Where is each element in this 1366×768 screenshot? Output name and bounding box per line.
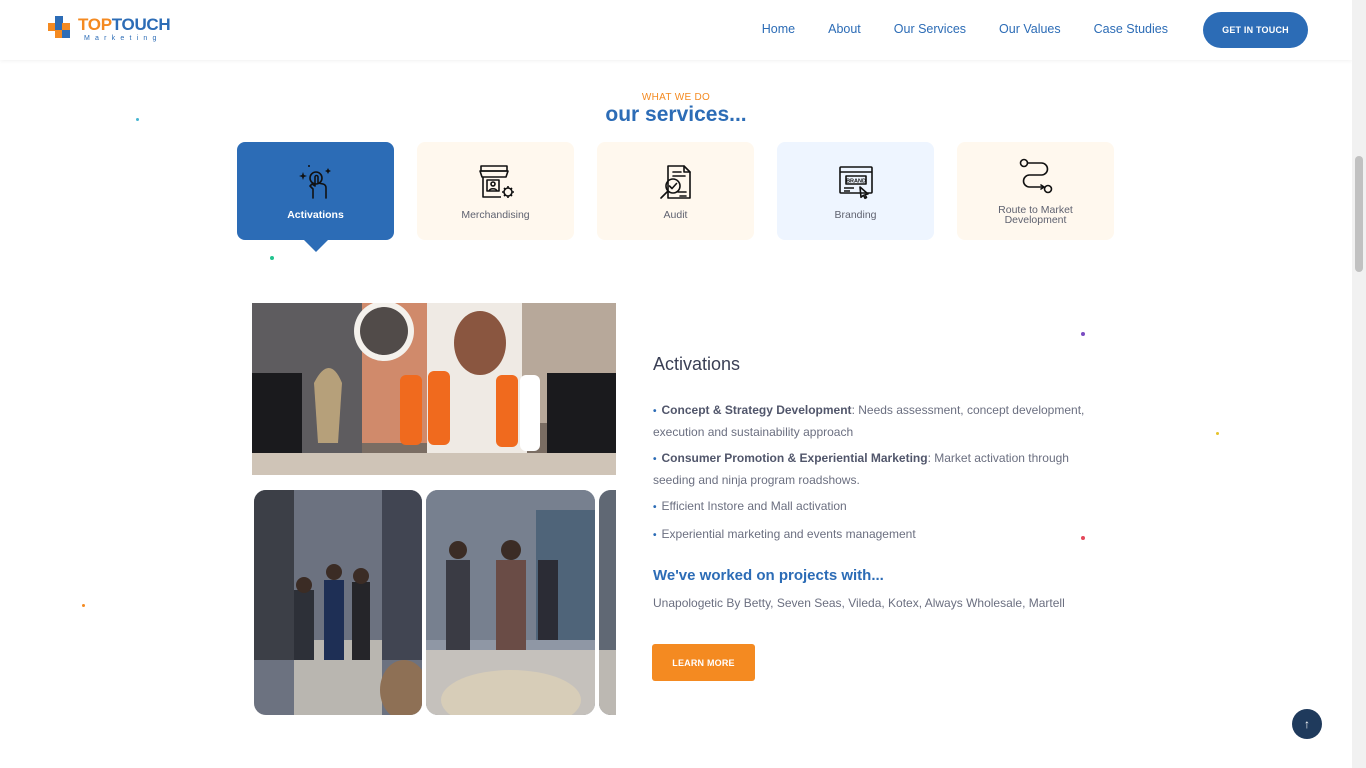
list-item: • Efficient Instore and Mall activation: [653, 499, 847, 513]
activation-photo-store-3: [599, 490, 616, 715]
tab-branding[interactable]: BRAND Branding: [777, 142, 934, 240]
list-item: • Experiential marketing and events manag…: [653, 527, 916, 541]
learn-more-button[interactable]: LEARN MORE: [652, 644, 755, 681]
brand-logo[interactable]: TOPTOUCH Marketing: [48, 14, 178, 46]
store-aisle-scene: [254, 490, 422, 715]
list-item: • Consumer Promotion & Experiential Marke…: [653, 451, 1069, 487]
decorative-dot: [1081, 332, 1085, 336]
back-to-top-button[interactable]: ↑: [1292, 709, 1322, 739]
document-magnifier-icon: [659, 165, 691, 199]
activation-photo-store-1: [254, 490, 422, 715]
activation-photo-main: [252, 303, 616, 475]
tab-activations[interactable]: Activations: [237, 142, 394, 240]
projects-clients: Unapologetic By Betty, Seven Seas, Viled…: [653, 596, 1065, 610]
bullet-icon: •: [653, 406, 657, 417]
svg-text:BRAND: BRAND: [846, 179, 866, 185]
decorative-dot: [1216, 432, 1219, 435]
section-title: our services...: [605, 103, 747, 126]
tab-merchandising[interactable]: Merchandising: [417, 142, 574, 240]
logo-mark-icon: [48, 16, 76, 44]
bullet-icon: •: [653, 454, 657, 465]
activation-photo-store-2: [426, 490, 595, 715]
mall-activation-scene: [252, 303, 616, 475]
main-nav: Home About Our Services Our Values Case …: [762, 22, 1168, 36]
service-title: Activations: [653, 354, 741, 374]
nav-our-services[interactable]: Our Services: [894, 22, 966, 36]
store-aisle-scene: [426, 490, 595, 715]
scrollbar-thumb[interactable]: [1355, 156, 1363, 272]
storefront-gear-icon: [478, 165, 514, 198]
bullet-icon: •: [653, 530, 657, 541]
site-header: TOPTOUCH Marketing Home About Our Servic…: [0, 0, 1352, 60]
nav-our-values[interactable]: Our Values: [999, 22, 1061, 36]
nav-home[interactable]: Home: [762, 22, 795, 36]
tab-audit[interactable]: Audit: [597, 142, 754, 240]
active-tab-pointer: [304, 240, 328, 252]
projects-heading: We've worked on projects with...: [653, 567, 884, 584]
service-bullet-list: • Concept & Strategy Development: Needs a…: [653, 400, 1103, 552]
decorative-dot: [82, 604, 85, 607]
arrow-up-icon: ↑: [1304, 717, 1310, 731]
logo-wordmark: TOPTOUCH: [78, 15, 171, 34]
brand-browser-icon: BRAND: [838, 166, 873, 200]
get-in-touch-button[interactable]: GET IN TOUCH: [1203, 12, 1308, 48]
nav-about[interactable]: About: [828, 22, 861, 36]
nav-case-studies[interactable]: Case Studies: [1094, 22, 1168, 36]
store-aisle-scene: [599, 490, 616, 715]
list-item: • Concept & Strategy Development: Needs a…: [653, 403, 1085, 439]
page-scrollbar[interactable]: [1352, 0, 1366, 768]
tab-route-to-market[interactable]: Route to Market Development: [957, 142, 1114, 240]
decorative-dot: [270, 256, 274, 260]
route-path-icon: [1019, 158, 1052, 194]
touch-hand-icon: [298, 165, 331, 199]
section-eyebrow: WHAT WE DO: [641, 92, 711, 103]
bullet-icon: •: [653, 502, 657, 513]
logo-tagline: Marketing: [84, 35, 162, 42]
